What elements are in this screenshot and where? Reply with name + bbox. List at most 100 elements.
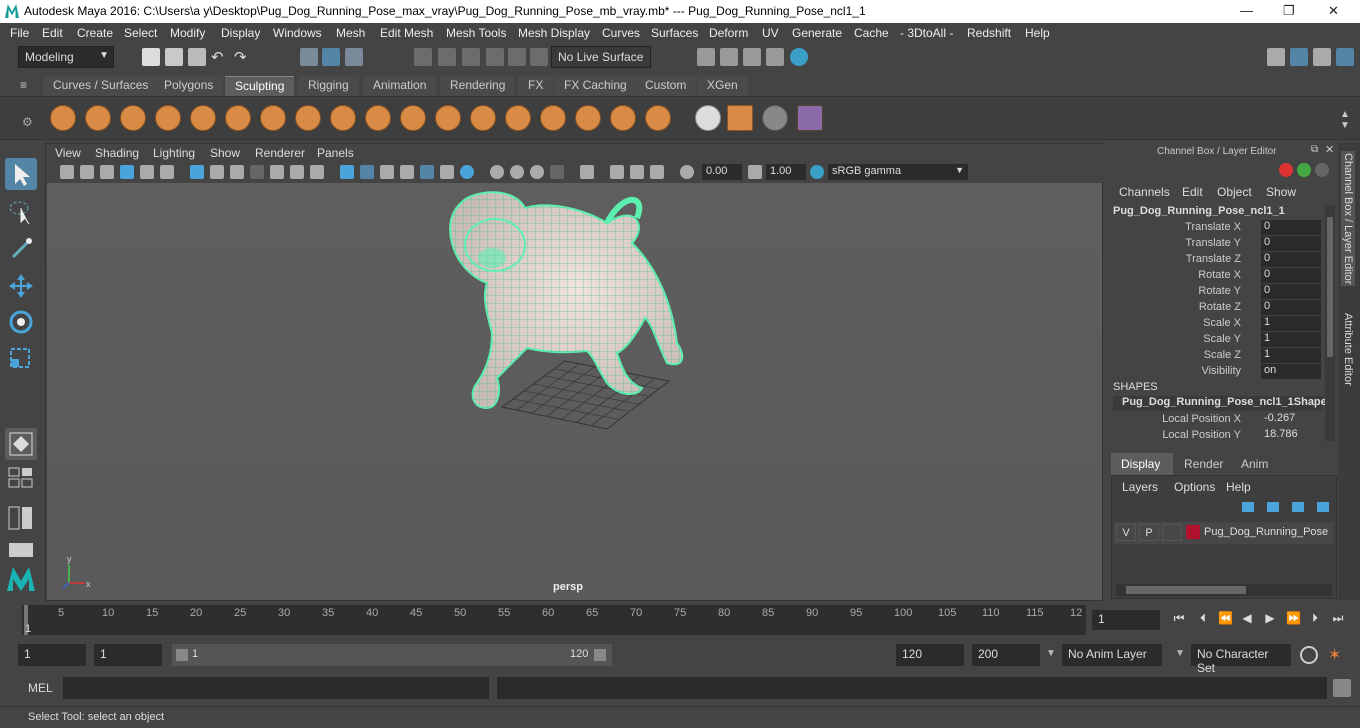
go-to-end-icon[interactable]: ⏭ bbox=[1331, 611, 1345, 625]
channel-value[interactable]: 0 bbox=[1261, 236, 1321, 251]
minimize-button[interactable]: — bbox=[1240, 3, 1253, 18]
shape-name[interactable]: Pug_Dog_Running_Pose_ncl1_1Shape bbox=[1113, 396, 1327, 411]
channel-translate-z[interactable]: Translate Z 0 bbox=[1107, 252, 1323, 268]
resolution-gate-icon[interactable] bbox=[230, 165, 244, 179]
auto-key-icon[interactable] bbox=[1300, 646, 1318, 664]
default-material-icon[interactable] bbox=[380, 165, 394, 179]
tab-custom[interactable]: Custom bbox=[635, 76, 697, 96]
exposure-icon[interactable] bbox=[680, 165, 694, 179]
current-frame-field[interactable]: 1 bbox=[1092, 610, 1160, 630]
amplify-tool-icon[interactable] bbox=[610, 105, 636, 131]
single-perspective-layout-icon[interactable] bbox=[5, 428, 37, 460]
tab-fx-caching[interactable]: FX Caching bbox=[554, 76, 637, 96]
shadows-icon[interactable] bbox=[460, 165, 474, 179]
snap-point-icon[interactable] bbox=[462, 48, 480, 66]
flatten-tool-icon[interactable] bbox=[225, 105, 251, 131]
play-forward-icon[interactable]: ▶ bbox=[1263, 611, 1277, 625]
sculpt-set-icon[interactable] bbox=[727, 105, 753, 131]
hypershade-icon[interactable] bbox=[790, 48, 808, 66]
shelf-scroll-icon[interactable]: ▲ ▼ bbox=[1340, 109, 1350, 131]
pinch-tool-icon[interactable] bbox=[190, 105, 216, 131]
tab-rendering[interactable]: Rendering bbox=[440, 76, 516, 96]
cb-menu-object[interactable]: Object bbox=[1217, 185, 1252, 199]
menu-display[interactable]: Display bbox=[221, 26, 260, 40]
blend-shape-icon[interactable] bbox=[762, 105, 788, 131]
step-back-frame-icon[interactable]: ⏴ bbox=[1196, 611, 1210, 625]
viewport-menu-shading[interactable]: Shading bbox=[95, 146, 139, 160]
layer-name[interactable]: Pug_Dog_Running_Pose bbox=[1204, 526, 1328, 538]
layer-tab-display[interactable]: Display bbox=[1111, 453, 1173, 475]
channel-rotate-z[interactable]: Rotate Z 0 bbox=[1107, 300, 1323, 316]
channel-rotate-x[interactable]: Rotate X 0 bbox=[1107, 268, 1323, 284]
paint-select-tool-icon[interactable] bbox=[5, 233, 37, 265]
layer-tab-anim[interactable]: Anim bbox=[1233, 453, 1283, 475]
new-layer-selected-icon[interactable] bbox=[1317, 502, 1329, 512]
outliner-layout-icon[interactable] bbox=[5, 505, 37, 531]
script-editor-icon[interactable] bbox=[1333, 679, 1351, 697]
attribute-editor-toggle-icon[interactable] bbox=[1313, 48, 1331, 66]
move-layer-up-icon[interactable] bbox=[1242, 502, 1254, 512]
depth-of-field-icon[interactable] bbox=[550, 165, 564, 179]
menu-edit-mesh[interactable]: Edit Mesh bbox=[380, 26, 433, 40]
tab-fx[interactable]: FX bbox=[518, 76, 554, 96]
render-settings-icon[interactable] bbox=[766, 48, 784, 66]
layer-tab-render[interactable]: Render bbox=[1175, 453, 1231, 475]
sculpt-layer-icon[interactable] bbox=[797, 105, 823, 131]
open-scene-icon[interactable] bbox=[165, 48, 183, 66]
cb-menu-channels[interactable]: Channels bbox=[1119, 185, 1170, 199]
color-management-icon[interactable] bbox=[810, 165, 824, 179]
snap-view-plane-icon[interactable] bbox=[486, 48, 504, 66]
step-back-key-icon[interactable]: ⏪ bbox=[1218, 611, 1233, 625]
ipr-render-icon[interactable] bbox=[743, 48, 761, 66]
channel-lock-icon[interactable] bbox=[1315, 163, 1329, 177]
anim-layer-dropdown[interactable]: No Anim Layer bbox=[1062, 644, 1162, 666]
layer-menu-options[interactable]: Options bbox=[1174, 480, 1215, 494]
wireframe-on-shaded-icon[interactable] bbox=[400, 165, 414, 179]
layer-menu-layers[interactable]: Layers bbox=[1122, 480, 1158, 494]
xray-joints-icon[interactable] bbox=[650, 165, 664, 179]
film-gate-icon[interactable] bbox=[210, 165, 224, 179]
channel-scale-z[interactable]: Scale Z 1 bbox=[1107, 348, 1323, 364]
bulge-tool-icon[interactable] bbox=[575, 105, 601, 131]
motion-blur-icon[interactable] bbox=[510, 165, 524, 179]
fill-tool-icon[interactable] bbox=[470, 105, 496, 131]
tab-rigging[interactable]: Rigging bbox=[298, 76, 359, 96]
textured-icon[interactable] bbox=[420, 165, 434, 179]
knife-tool-icon[interactable] bbox=[505, 105, 531, 131]
channel-value[interactable]: -0.267 bbox=[1261, 412, 1321, 427]
go-to-start-icon[interactable]: ⏮ bbox=[1172, 611, 1186, 625]
foamy-tool-icon[interactable] bbox=[260, 105, 286, 131]
convert-freeze-icon[interactable] bbox=[695, 105, 721, 131]
channel-value[interactable]: 1 bbox=[1261, 348, 1321, 363]
menu-help[interactable]: Help bbox=[1025, 26, 1050, 40]
channel-value[interactable]: 1 bbox=[1261, 316, 1321, 331]
menu-edit[interactable]: Edit bbox=[42, 26, 63, 40]
scrollbar-thumb[interactable] bbox=[1126, 586, 1246, 594]
repeat-tool-icon[interactable] bbox=[330, 105, 356, 131]
rotate-tool-icon[interactable] bbox=[5, 306, 37, 338]
menu-3dtoall[interactable]: - 3DtoAll - bbox=[900, 26, 953, 40]
imprint-tool-icon[interactable] bbox=[365, 105, 391, 131]
live-surface-field[interactable]: No Live Surface bbox=[551, 46, 651, 68]
tab-xgen[interactable]: XGen bbox=[697, 76, 748, 96]
channel-value[interactable]: 1 bbox=[1261, 332, 1321, 347]
screen-space-ao-icon[interactable] bbox=[490, 165, 504, 179]
layer-horizontal-scrollbar[interactable] bbox=[1116, 584, 1332, 596]
layer-display-type-toggle[interactable] bbox=[1162, 524, 1182, 541]
channel-value[interactable]: 0 bbox=[1261, 252, 1321, 267]
channel-axis-icon[interactable] bbox=[1279, 163, 1293, 177]
channel-local-position-y[interactable]: Local Position Y 18.786 bbox=[1107, 428, 1323, 444]
animation-end-field[interactable]: 200 bbox=[972, 644, 1040, 666]
layer-row[interactable]: V P Pug_Dog_Running_Pose bbox=[1114, 522, 1334, 544]
menu-create[interactable]: Create bbox=[77, 26, 113, 40]
channel-value[interactable]: 18.786 bbox=[1261, 428, 1321, 443]
layer-playback-toggle[interactable]: P bbox=[1139, 524, 1159, 541]
tab-animation[interactable]: Animation bbox=[363, 76, 437, 96]
channel-box-toggle-icon[interactable] bbox=[1290, 48, 1308, 66]
camera-attributes-icon[interactable] bbox=[80, 165, 94, 179]
tab-polygons[interactable]: Polygons bbox=[154, 76, 224, 96]
spray-tool-icon[interactable] bbox=[295, 105, 321, 131]
safe-action-icon[interactable] bbox=[290, 165, 304, 179]
select-object-icon[interactable] bbox=[322, 48, 340, 66]
layer-menu-help[interactable]: Help bbox=[1226, 480, 1251, 494]
